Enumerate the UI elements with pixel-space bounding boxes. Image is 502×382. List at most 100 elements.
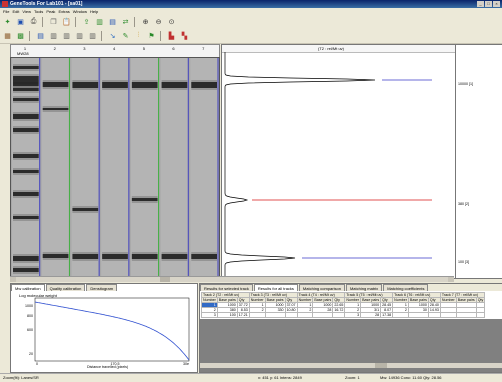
wand-button[interactable]: ⚑ — [146, 31, 157, 42]
match-button[interactable]: ⇄ — [120, 17, 131, 28]
band-glow — [13, 254, 39, 263]
save-button[interactable]: ▣ — [15, 17, 26, 28]
table-cell[interactable] — [296, 312, 314, 318]
lanes3-button[interactable]: ▥ — [74, 31, 85, 42]
gel-lane[interactable] — [41, 58, 70, 276]
results-scrollbar[interactable] — [200, 363, 502, 368]
gel-lane[interactable] — [12, 58, 41, 276]
menu-file[interactable]: File — [3, 8, 9, 15]
table-cell[interactable] — [248, 312, 266, 318]
close-button[interactable]: × — [493, 1, 500, 7]
lane-number[interactable]: 2 — [54, 46, 56, 51]
zoom-in-icon: ⊕ — [142, 19, 149, 26]
results-tab[interactable]: Matching coefficients — [383, 284, 429, 291]
lane-number[interactable]: 4 — [113, 46, 115, 51]
band-glow — [72, 252, 99, 261]
table-cell[interactable] — [284, 312, 298, 318]
zoom-in-button[interactable]: ⊕ — [140, 17, 151, 28]
lane-number[interactable]: 3 — [83, 46, 85, 51]
table-cell[interactable]: 3 — [201, 312, 218, 318]
band-button[interactable]: ▤ — [107, 17, 118, 28]
densitogram-trace[interactable] — [222, 52, 455, 278]
table-cell[interactable] — [407, 312, 429, 318]
table-cell[interactable]: 28.45 — [380, 302, 394, 308]
gel-lane[interactable] — [130, 58, 160, 276]
table-cell[interactable] — [392, 312, 409, 318]
export-button[interactable]: ⇪ — [81, 17, 92, 28]
table-cell[interactable]: 16.72 — [332, 307, 346, 313]
lane-number[interactable]: 7 — [202, 46, 204, 51]
copy-button[interactable]: ❐ — [48, 17, 59, 28]
gel-image-panel[interactable] — [10, 57, 220, 277]
peaks-button[interactable]: ⫶ — [133, 31, 144, 42]
menu-window[interactable]: Window — [73, 8, 87, 15]
table-cell[interactable]: 37.72 — [236, 302, 250, 308]
gel-image[interactable] — [11, 58, 219, 276]
menu-help[interactable]: Help — [90, 8, 98, 15]
lane-number[interactable]: 6 — [172, 46, 174, 51]
table-cell[interactable] — [312, 312, 334, 318]
table-cell[interactable] — [439, 312, 457, 318]
lanes-button[interactable]: ▥ — [48, 31, 59, 42]
menu-extras[interactable]: Extras — [58, 8, 69, 15]
menu-peak[interactable]: Peak — [46, 8, 55, 15]
calibration-tab[interactable]: Quality calibration — [45, 284, 86, 291]
paste-button[interactable]: 📋 — [61, 17, 72, 28]
horizontal-scrollbar[interactable] — [10, 276, 454, 282]
new-button[interactable]: ✦ — [2, 17, 13, 28]
gel-lane[interactable] — [71, 58, 100, 276]
lanes4-button[interactable]: ▥ — [87, 31, 98, 42]
scroll-right-arrow[interactable] — [448, 277, 454, 282]
table-cell[interactable]: 3 — [344, 312, 362, 318]
scroll-left-arrow[interactable] — [10, 277, 16, 282]
results-tab[interactable]: Matching matrix — [345, 284, 383, 291]
zoom-out-button[interactable]: ⊖ — [153, 17, 164, 28]
table-cell[interactable] — [475, 312, 486, 318]
gel-lane[interactable] — [190, 58, 219, 276]
print-button[interactable]: ⎙ — [28, 17, 39, 28]
layout-icon: ▚ — [181, 33, 188, 40]
image-button[interactable]: ▦ — [2, 31, 13, 42]
results-tab[interactable]: Results for all tracks — [253, 284, 298, 291]
results-tab[interactable]: Results for selected track — [200, 284, 253, 291]
lane-button[interactable]: ▥ — [94, 17, 105, 28]
bands-button[interactable]: ▤ — [35, 31, 46, 42]
table-cell[interactable] — [455, 312, 477, 318]
zoom-fit-button[interactable]: ⊙ — [166, 17, 177, 28]
table-cell[interactable]: 17.21 — [236, 312, 250, 318]
table-cell[interactable]: 22.65 — [332, 302, 346, 308]
report-button[interactable]: ▙ — [166, 31, 177, 42]
table-cell[interactable]: 37.07 — [284, 302, 298, 308]
calibration-tab[interactable]: Mw calibration — [11, 284, 45, 291]
menu-tools[interactable]: Tools — [34, 8, 43, 15]
menu-view[interactable]: View — [22, 8, 31, 15]
densitogram-curve[interactable] — [224, 52, 376, 278]
layout-button[interactable]: ▚ — [179, 31, 190, 42]
grid-button[interactable]: ▩ — [15, 31, 26, 42]
band-glow — [131, 196, 158, 203]
lanes2-icon: ▥ — [63, 33, 70, 40]
gel-lane[interactable] — [101, 58, 130, 276]
arrow-button[interactable]: ↘ — [107, 31, 118, 42]
gel-lane[interactable] — [160, 58, 189, 276]
table-cell[interactable] — [264, 312, 286, 318]
lanes2-button[interactable]: ▥ — [61, 31, 72, 42]
minimize-button[interactable]: _ — [477, 1, 484, 7]
table-cell[interactable]: 28 — [360, 312, 382, 318]
results-tab[interactable]: Matching comparison — [298, 284, 345, 291]
maximize-button[interactable]: □ — [485, 1, 492, 7]
densitogram-panel[interactable]: (T2 : rel/Mt uv) — [221, 44, 456, 279]
table-cell[interactable]: 14.93 — [427, 307, 441, 313]
pen-button[interactable]: ✎ — [120, 31, 131, 42]
table-cell[interactable]: 28.40 — [427, 302, 441, 308]
results-scroll-thumb[interactable] — [375, 363, 387, 368]
table-cell[interactable]: 10.80 — [284, 307, 298, 313]
lane-number[interactable]: 5 — [143, 46, 145, 51]
table-cell[interactable] — [332, 312, 346, 318]
table-cell[interactable]: 17.38 — [380, 312, 394, 318]
menu-edit[interactable]: Edit — [12, 8, 19, 15]
scroll-thumb[interactable] — [160, 277, 170, 282]
table-cell[interactable]: 100 — [216, 312, 238, 318]
table-cell[interactable] — [427, 312, 441, 318]
calibration-tab[interactable]: Densitogram — [86, 284, 118, 291]
